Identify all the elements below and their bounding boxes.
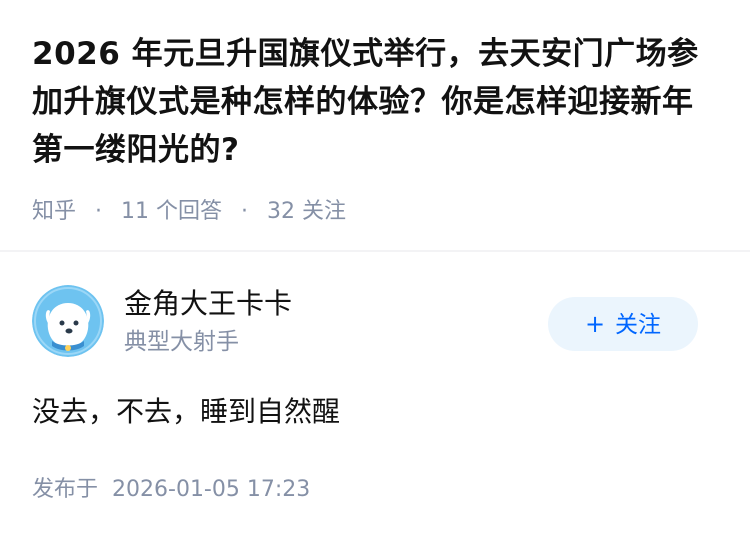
- published-label: 发布于: [32, 477, 99, 502]
- follow-button[interactable]: + 关注: [548, 297, 698, 351]
- follow-label: 关注: [615, 312, 662, 338]
- plus-icon: +: [584, 310, 606, 338]
- source-label[interactable]: 知乎: [32, 199, 76, 224]
- question-title[interactable]: 2026 年元旦升国旗仪式举行，去天安门广场参加升旗仪式是种怎样的体验？你是怎样…: [32, 30, 718, 174]
- answer-text[interactable]: 没去，不去，睡到自然醒: [32, 393, 340, 431]
- question-header: 2026 年元旦升国旗仪式举行，去天安门广场参加升旗仪式是种怎样的体验？你是怎样…: [0, 0, 750, 250]
- publish-info: 发布于 2026-01-05 17:23: [32, 475, 310, 505]
- author-card: 金角大王卡卡 典型大射手 + 关注: [32, 285, 718, 365]
- question-meta: 知乎 · 11 个回答 · 32 关注: [32, 197, 346, 227]
- meta-separator: ·: [95, 199, 103, 224]
- dog-avatar-icon[interactable]: [32, 285, 104, 357]
- section-divider: [0, 250, 750, 252]
- meta-separator: ·: [241, 199, 249, 224]
- author-tagline: 典型大射手: [124, 329, 239, 355]
- follower-count[interactable]: 32 关注: [267, 199, 346, 224]
- published-time: 2026-01-05 17:23: [112, 477, 311, 502]
- answer-count[interactable]: 11 个回答: [121, 199, 222, 224]
- author-name[interactable]: 金角大王卡卡: [124, 286, 292, 322]
